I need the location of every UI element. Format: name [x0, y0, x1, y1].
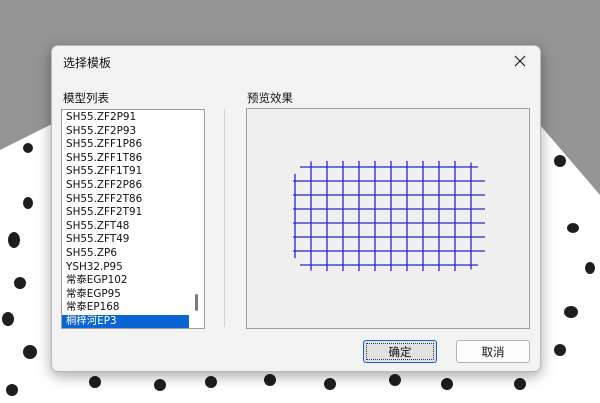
close-button[interactable]: [509, 50, 531, 72]
list-item[interactable]: SH55.ZFF2T86: [62, 193, 189, 207]
list-item[interactable]: SH55.ZF2P93: [62, 125, 189, 139]
list-item[interactable]: SH55.ZFF2T91: [62, 206, 189, 220]
close-icon: [514, 55, 526, 67]
list-item[interactable]: SH55.ZFF1T91: [62, 165, 189, 179]
list-item[interactable]: YSH32.P95: [62, 261, 189, 275]
preview-grid-drawing: [293, 161, 485, 271]
select-template-dialog: 选择模板 模型列表 预览效果 SH55.ZF2P91 SH55.ZF2P93 SH5…: [51, 45, 541, 372]
list-item[interactable]: 桐梓河EP3: [62, 314, 189, 328]
list-item[interactable]: SH55.ZFF1P86: [62, 138, 189, 152]
list-item[interactable]: SH55.ZFF1T86: [62, 152, 189, 166]
list-item[interactable]: SH55.ZF2P91: [62, 111, 189, 125]
list-item[interactable]: 常泰EGP95: [62, 288, 189, 302]
cancel-button[interactable]: 取消: [456, 340, 530, 363]
dialog-title: 选择模板: [63, 56, 112, 70]
list-item[interactable]: SH55.ZFT48: [62, 220, 189, 234]
list-item[interactable]: 常泰EP168: [62, 301, 189, 315]
divider: [224, 109, 225, 327]
list-item[interactable]: SH55.ZFF2P86: [62, 179, 189, 193]
listbox-scrollbar[interactable]: [189, 110, 204, 328]
template-listbox[interactable]: SH55.ZF2P91 SH55.ZF2P93 SH55.ZFF1P86 SH55.Z…: [61, 109, 205, 329]
scroll-thumb[interactable]: [195, 294, 198, 311]
list-item[interactable]: 常泰EGP102: [62, 274, 189, 288]
template-list-label: 模型列表: [63, 91, 109, 105]
preview-label: 预览效果: [247, 91, 293, 105]
list-item[interactable]: SH55.ZP6: [62, 247, 189, 261]
template-list-items: SH55.ZF2P91 SH55.ZF2P93 SH55.ZFF1P86 SH55.Z…: [62, 111, 189, 328]
ok-button[interactable]: 确定: [363, 340, 437, 363]
list-item[interactable]: SH55.ZFT49: [62, 233, 189, 247]
preview-panel: [246, 108, 530, 329]
